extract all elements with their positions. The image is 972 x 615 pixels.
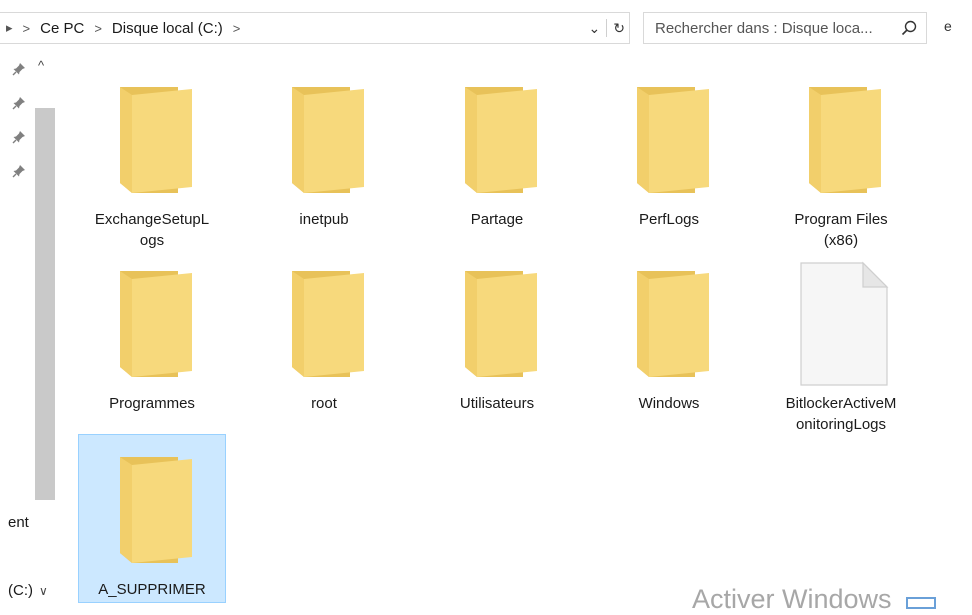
item-label: ExchangeSetupL ogs: [94, 211, 210, 249]
navigation-pane: ^ ent (C:) ∨: [0, 52, 58, 606]
nav-item-partial[interactable]: ent: [8, 514, 29, 531]
folder-icon: [264, 75, 384, 205]
folder-icon: [609, 75, 729, 205]
scrollbar-thumb[interactable]: [35, 108, 55, 500]
address-row: ▸ > Ce PC > Disque local (C:) > ⌄ ↻ Rech…: [0, 8, 972, 48]
folder-item[interactable]: Program Files (x86): [767, 74, 915, 252]
address-bar[interactable]: ▸ > Ce PC > Disque local (C:) > ⌄ ↻: [0, 12, 630, 44]
folder-icon: [92, 75, 212, 205]
refresh-icon[interactable]: ↻: [613, 20, 625, 37]
pin-icon: [12, 62, 26, 79]
breadcrumb-separator-icon[interactable]: >: [23, 21, 31, 36]
folder-item[interactable]: Programmes: [78, 258, 226, 415]
document-icon: [781, 259, 901, 389]
item-label: PerfLogs: [638, 211, 700, 228]
folder-item[interactable]: Windows: [595, 258, 743, 415]
item-label: BitlockerActiveM onitoringLogs: [785, 395, 897, 433]
breadcrumb-overflow-arrow[interactable]: ▸: [6, 20, 13, 36]
scroll-up-icon[interactable]: ^: [38, 58, 44, 73]
folder-item[interactable]: PerfLogs: [595, 74, 743, 231]
history-dropdown-icon[interactable]: ⌄: [589, 20, 601, 37]
folder-item[interactable]: ExchangeSetupL ogs: [78, 74, 226, 252]
item-label: A_SUPPRIMER: [98, 581, 206, 598]
folder-icon: [437, 259, 557, 389]
breadcrumb-item-disque-local[interactable]: Disque local (C:): [112, 20, 223, 37]
folder-item[interactable]: Partage: [423, 74, 571, 231]
breadcrumb-item-ce-pc[interactable]: Ce PC: [40, 20, 84, 37]
folder-icon: [781, 75, 901, 205]
file-item[interactable]: BitlockerActiveM onitoringLogs: [767, 258, 915, 436]
watermark-box: [906, 597, 936, 609]
nav-item-label: (C:): [8, 582, 33, 599]
item-label: inetpub: [299, 211, 349, 228]
folder-item[interactable]: Utilisateurs: [423, 258, 571, 415]
pin-icon: [12, 96, 26, 113]
breadcrumb: ▸ > Ce PC > Disque local (C:) >: [6, 13, 250, 43]
folder-icon: [92, 445, 212, 575]
activation-watermark: Activer Windows: [692, 584, 892, 614]
item-label: Programmes: [109, 395, 195, 412]
folder-icon: [609, 259, 729, 389]
folder-icon: [264, 259, 384, 389]
item-label: root: [311, 395, 337, 412]
pin-icon: [12, 164, 26, 181]
item-label: Partage: [470, 211, 524, 228]
folder-icon: [92, 259, 212, 389]
breadcrumb-separator-icon[interactable]: >: [233, 21, 241, 36]
divider: [606, 19, 608, 37]
folder-item[interactable]: inetpub: [250, 74, 398, 231]
chevron-down-icon[interactable]: ∨: [39, 584, 48, 598]
search-input[interactable]: Rechercher dans : Disque loca...: [643, 12, 927, 44]
item-label: Utilisateurs: [459, 395, 535, 412]
address-buttons: ⌄ ↻: [589, 13, 625, 43]
item-label: Windows: [638, 395, 700, 412]
breadcrumb-separator-icon[interactable]: >: [94, 21, 102, 36]
clipped-text: e: [944, 18, 952, 34]
folder-item[interactable]: root: [250, 258, 398, 415]
folder-item[interactable]: A_SUPPRIMER: [78, 434, 226, 603]
folder-icon: [437, 75, 557, 205]
nav-item-drive-c[interactable]: (C:) ∨: [8, 582, 48, 599]
search-placeholder: Rechercher dans : Disque loca...: [655, 19, 873, 37]
pin-icon: [12, 130, 26, 147]
search-icon[interactable]: [900, 19, 918, 37]
item-label: Program Files (x86): [794, 211, 888, 249]
